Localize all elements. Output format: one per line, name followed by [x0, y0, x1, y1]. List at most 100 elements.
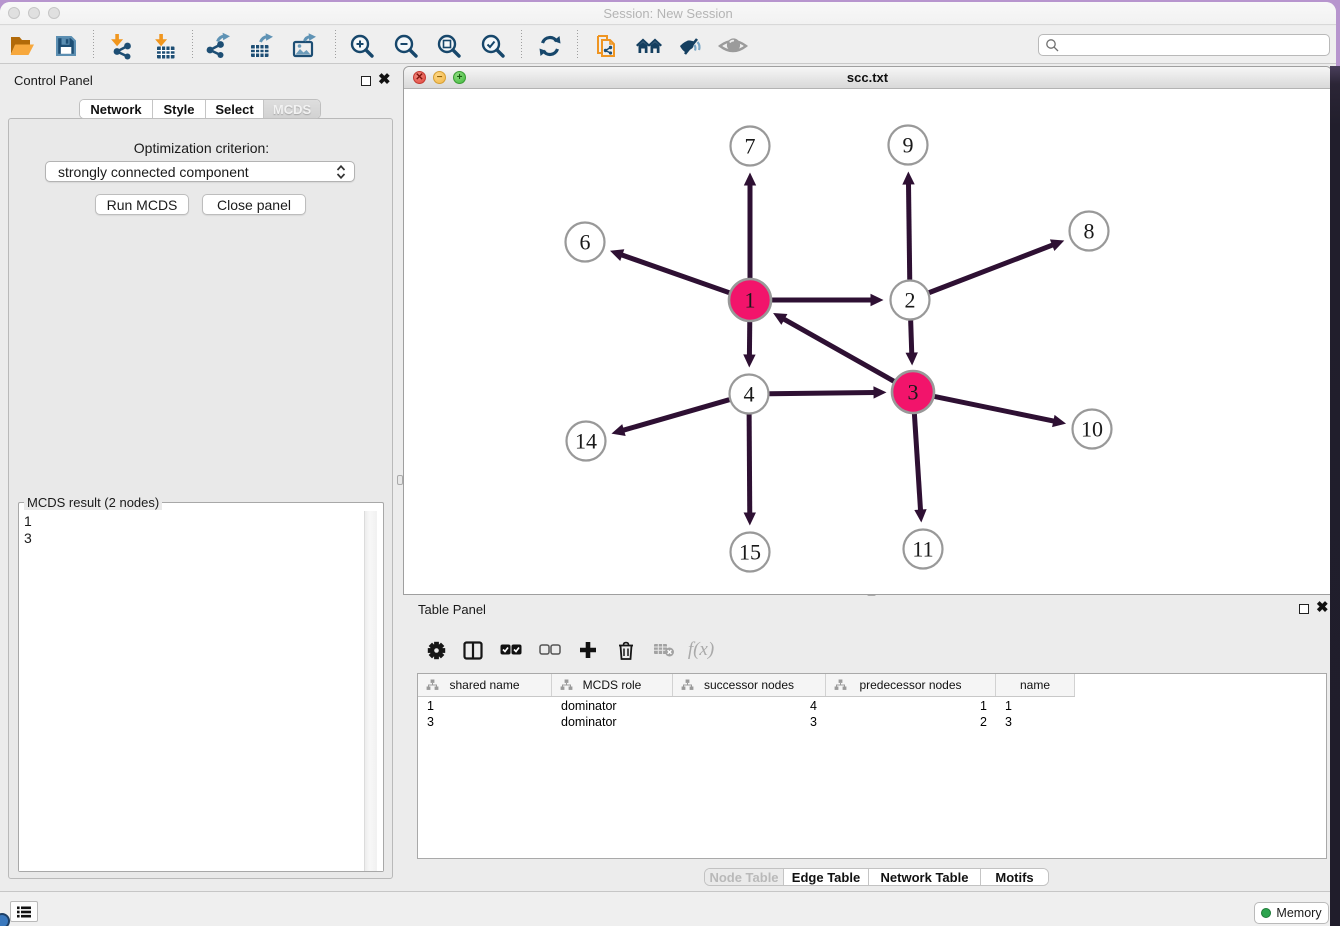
add-column-icon[interactable] [575, 640, 601, 660]
table-cell[interactable]: 2 [826, 714, 987, 730]
graph-edge-arrowhead [1052, 415, 1066, 427]
column-header-label: name [1020, 678, 1050, 692]
dropdown-chevrons-icon [336, 165, 346, 179]
mcds-result-list[interactable]: 13 [19, 510, 383, 871]
graph-edge-2-9[interactable] [908, 183, 909, 279]
zoom-in-icon[interactable] [346, 31, 378, 61]
column-header-MCDS-role[interactable]: MCDS role [552, 674, 673, 696]
desktop-background: Session: New Session [0, 0, 1340, 926]
zoom-out-icon[interactable] [390, 31, 422, 61]
table-settings-icon[interactable] [423, 640, 449, 660]
table-tab-network-table[interactable]: Network Table [869, 869, 981, 885]
graph-edge-4-3[interactable] [769, 392, 874, 393]
export-table-icon[interactable] [245, 31, 277, 61]
delete-table-icon[interactable] [651, 640, 677, 660]
control-panel-tab-style[interactable]: Style [153, 100, 206, 118]
delete-column-icon[interactable] [613, 640, 639, 660]
column-header-predecessor-nodes[interactable]: predecessor nodes [826, 674, 996, 696]
import-network-icon[interactable] [105, 31, 137, 61]
table-cell[interactable]: dominator [561, 714, 673, 730]
table-panel-close-icon[interactable]: ✖ [1316, 602, 1329, 614]
graph-edge-3-10[interactable] [933, 396, 1054, 421]
graph-edge-3-1[interactable] [784, 319, 896, 382]
graph-node-label-9: 9 [903, 133, 914, 158]
table-panel-title: Table Panel [418, 602, 486, 617]
unselect-all-columns-icon[interactable] [537, 640, 563, 660]
graph-node-label-11: 11 [912, 537, 933, 562]
mcds-result-item[interactable]: 3 [24, 530, 383, 547]
export-network-icon[interactable] [202, 31, 234, 61]
graph-edge-2-3[interactable] [911, 320, 912, 353]
control-panel-title: Control Panel [14, 73, 93, 88]
zoom-selected-icon[interactable] [477, 31, 509, 61]
hide-panel-icon[interactable] [675, 31, 707, 61]
column-header-shared-name[interactable]: shared name [418, 674, 552, 696]
memory-button-label: Memory [1276, 906, 1321, 920]
table-cell[interactable]: 1 [1005, 698, 1075, 714]
close-panel-button[interactable]: Close panel [202, 194, 306, 215]
graph-node-label-14: 14 [575, 429, 597, 454]
run-mcds-button[interactable]: Run MCDS [95, 194, 189, 215]
window-title: Session: New Session [0, 6, 1336, 21]
criterion-dropdown[interactable]: strongly connected component [45, 161, 355, 182]
control-panel-float-icon[interactable] [361, 76, 371, 86]
table-panel-tabs: Node TableEdge TableNetwork TableMotifs [704, 868, 1049, 886]
table-tab-edge-table[interactable]: Edge Table [784, 869, 869, 885]
save-session-icon[interactable] [50, 31, 82, 61]
home-icon[interactable] [633, 31, 665, 61]
column-type-icon [560, 679, 573, 694]
column-type-icon [426, 679, 439, 694]
mcds-result-group-title: MCDS result (2 nodes) [24, 495, 162, 510]
column-header-name[interactable]: name [996, 674, 1075, 696]
control-panel-close-icon[interactable]: ✖ [378, 74, 391, 86]
mcds-result-scrollbar[interactable] [364, 511, 377, 871]
first-neighbors-icon[interactable] [534, 31, 566, 61]
graph-edge-arrowhead [744, 173, 756, 186]
table-cell[interactable]: 3 [673, 714, 817, 730]
column-header-label: predecessor nodes [859, 678, 961, 692]
graph-edge-2-8[interactable] [929, 245, 1053, 293]
node-table-header[interactable]: shared nameMCDS rolesuccessor nodes prede… [418, 674, 1075, 697]
control-panel-tab-network[interactable]: Network [80, 100, 153, 118]
search-box[interactable] [1038, 34, 1330, 56]
import-table-icon[interactable] [149, 31, 181, 61]
export-image-icon[interactable] [288, 31, 320, 61]
network-graph-canvas[interactable]: 1234678910111415 [404, 89, 1331, 594]
table-tab-motifs[interactable]: Motifs [981, 869, 1048, 885]
graph-node-label-1: 1 [745, 288, 756, 313]
table-cell[interactable]: 3 [1005, 714, 1075, 730]
node-table[interactable]: shared nameMCDS rolesuccessor nodes prede… [417, 673, 1327, 859]
show-panel-icon[interactable] [717, 31, 749, 61]
graph-edge-1-6[interactable] [621, 255, 730, 293]
mcds-result-item[interactable]: 1 [24, 513, 383, 530]
search-icon [1045, 38, 1060, 53]
optimization-criterion-label: Optimization criterion: [9, 140, 394, 156]
table-cell[interactable]: dominator [561, 698, 673, 714]
column-header-successor-nodes[interactable]: successor nodes [673, 674, 826, 696]
graph-edge-4-14[interactable] [623, 400, 729, 431]
network-window-titlebar: ✕ − + scc.txt [404, 67, 1331, 89]
control-panel-tab-mcds[interactable]: MCDS [264, 100, 320, 118]
table-cell[interactable]: 1 [427, 698, 552, 714]
memory-button[interactable]: Memory [1254, 902, 1329, 924]
search-input[interactable] [1060, 38, 1329, 52]
graph-edge-3-11[interactable] [914, 412, 920, 510]
control-panel-tab-select[interactable]: Select [206, 100, 264, 118]
open-session-pages-icon[interactable] [589, 31, 621, 61]
column-layout-icon[interactable] [460, 640, 486, 660]
toolbar-separator [577, 30, 578, 59]
select-all-columns-icon[interactable] [498, 640, 524, 660]
table-cell[interactable]: 3 [427, 714, 552, 730]
network-window-title: scc.txt [404, 70, 1331, 85]
table-cell[interactable]: 1 [826, 698, 987, 714]
zoom-fit-icon[interactable] [433, 31, 465, 61]
graph-node-label-3: 3 [908, 380, 919, 405]
table-cell[interactable]: 4 [673, 698, 817, 714]
open-file-icon[interactable] [6, 31, 38, 61]
table-panel-float-icon[interactable] [1299, 604, 1309, 614]
toolbar-separator [335, 30, 336, 59]
task-history-button[interactable] [10, 901, 38, 922]
table-tab-node-table[interactable]: Node Table [705, 869, 784, 885]
graph-edge-4-15[interactable] [749, 414, 750, 513]
control-panel-tabs: NetworkStyleSelectMCDS [79, 99, 321, 119]
